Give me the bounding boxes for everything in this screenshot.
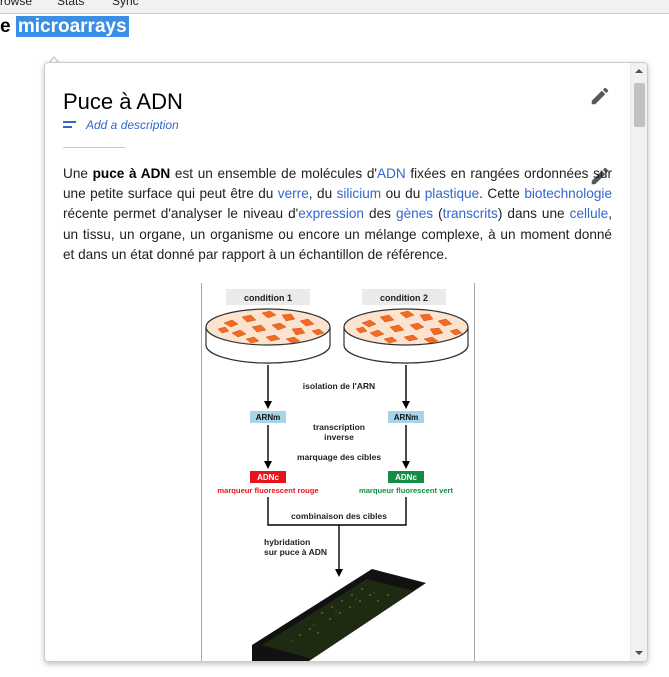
popup-title[interactable]: Puce à ADN [63,89,183,115]
add-description-link[interactable]: Add a description [86,118,179,132]
description-lines-icon [63,121,76,129]
link-biotechnologie[interactable]: biotechnologie [524,186,612,201]
page-preview-popup: Puce à ADN Add a description Une puce à … [44,62,648,662]
microarray-slide [252,569,426,661]
link-verre[interactable]: verre [278,186,309,201]
scroll-up-arrow[interactable] [635,69,643,73]
marquage-label: marquage des cibles [297,452,381,462]
top-menu-bar: rowse Stats Sync [0,0,669,14]
link-expression[interactable]: expression [298,206,364,221]
popup-scrollbar[interactable] [630,63,647,661]
edit-title-icon[interactable] [589,85,611,107]
adnc-label-green: ADNc [395,473,417,482]
condition-2-label: condition 2 [380,293,428,303]
transcription-label-1: transcription [313,422,365,432]
title-divider [63,147,125,148]
hybridation-label-1: hybridation [264,537,310,547]
bold-term: puce à ADN [92,166,171,181]
link-transcrits[interactable]: transcrits [443,206,498,221]
arnm-label-2: ARNm [394,413,418,422]
add-description-row[interactable]: Add a description [63,118,179,132]
condition-1-label: condition 1 [244,293,292,303]
intro-paragraph: Une puce à ADN est un ensemble de molécu… [63,166,613,262]
highlighted-link[interactable]: microarrays [15,16,129,37]
scroll-down-arrow[interactable] [635,651,643,655]
link-adn[interactable]: ADN [377,166,406,181]
link-cellule[interactable]: cellule [570,206,609,221]
menu-sync[interactable]: Sync [112,0,139,8]
hybridation-label-2: sur puce à ADN [264,547,327,557]
microarray-diagram[interactable]: condition 1 condition 2 isolation de l'A… [201,283,475,661]
transcription-label-2: inverse [324,432,354,442]
link-genes[interactable]: gènes [396,206,433,221]
arnm-label-1: ARNm [256,413,280,422]
link-plastique[interactable]: plastique [425,186,479,201]
isolation-label: isolation de l'ARN [303,381,375,391]
combinaison-label: combinaison des cibles [291,511,387,521]
petri-dish-1 [205,308,331,364]
adnc-label-red: ADNc [257,473,279,482]
marqueur-vert-label: marqueur fluorescent vert [359,486,454,495]
marqueur-rouge-label: marqueur fluorescent rouge [217,486,318,495]
link-silicium[interactable]: silicium [337,186,382,201]
petri-dish-2 [343,308,469,364]
menu-stats[interactable]: Stats [57,0,84,8]
menu-browse[interactable]: rowse [0,0,32,8]
scroll-thumb[interactable] [634,83,645,127]
heading-prefix: e [0,16,11,37]
article-heading: e microarrays [0,16,129,38]
